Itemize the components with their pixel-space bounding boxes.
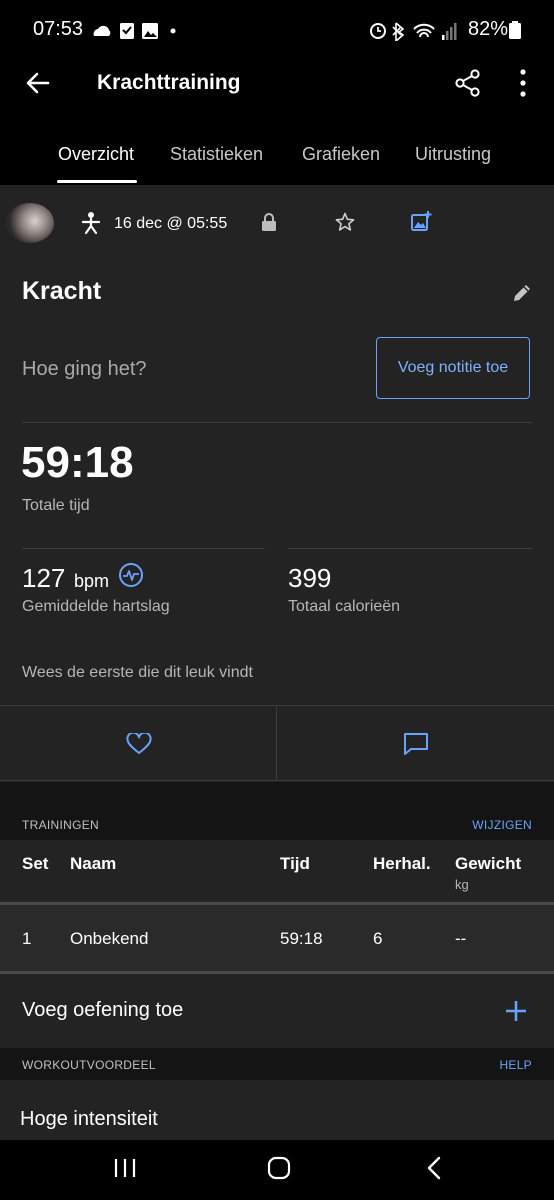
home-icon[interactable]: [267, 1156, 291, 1180]
benefit-value: Hoge intensiteit: [20, 1108, 158, 1130]
status-system-icons: [370, 22, 457, 41]
divider: [0, 780, 554, 781]
row-name: Onbekend: [70, 929, 149, 948]
heart-rate-label: Gemiddelde hartslag: [22, 598, 170, 615]
column-header-reps: Herhal.: [373, 854, 431, 873]
trainings-table-header: Set Naam Tijd Herhal. Gewicht kg: [0, 840, 554, 902]
recent-apps-icon[interactable]: [113, 1157, 137, 1179]
overview-content: 16 dec @ 05:55 Kracht Hoe ging het? Voeg…: [0, 185, 554, 1140]
table-row[interactable]: 1 Onbekend 59:18 6 --: [0, 905, 554, 971]
battery-icon: [509, 21, 521, 39]
plus-icon[interactable]: [505, 1000, 527, 1022]
row-time: 59:18: [280, 929, 323, 948]
status-time: 07:53: [33, 18, 84, 40]
tab-uitrusting[interactable]: Uitrusting: [415, 144, 491, 165]
status-bar: 07:53 82%: [0, 0, 554, 60]
comment-icon: [404, 733, 428, 755]
add-note-button[interactable]: Voeg notitie toe: [376, 337, 530, 399]
heart-icon: [126, 733, 152, 754]
trainings-section-header: TRAININGEN WIJZIGEN: [0, 782, 554, 840]
back-arrow-icon[interactable]: [24, 70, 52, 96]
star-icon[interactable]: [335, 212, 355, 232]
calories-label: Totaal calorieën: [288, 598, 401, 615]
edit-trainings-link[interactable]: WIJZIGEN: [472, 818, 532, 832]
app-bar: Krachttraining Overzicht Statistieken Gr…: [0, 60, 554, 185]
trainings-section-label: TRAININGEN: [22, 818, 100, 832]
like-prompt: Wees de eerste die dit leuk vindt: [22, 664, 253, 681]
battery-percentage: 82%: [467, 18, 508, 40]
calories-value: 399: [288, 563, 332, 593]
column-header-set: Set: [22, 854, 49, 873]
benefit-section-header: WORKOUTVOORDEEL HELP: [0, 1048, 554, 1080]
more-icon[interactable]: [518, 68, 528, 98]
help-link[interactable]: HELP: [499, 1058, 532, 1072]
activity-date: 16 dec @ 05:55: [114, 215, 228, 232]
share-icon[interactable]: [454, 68, 482, 98]
comment-button[interactable]: [277, 706, 554, 780]
like-button[interactable]: [0, 706, 276, 780]
benefit-section-label: WORKOUTVOORDEEL: [22, 1058, 156, 1072]
row-reps: 6: [373, 929, 383, 948]
column-header-weight: Gewicht: [455, 854, 522, 873]
tab-overzicht[interactable]: Overzicht: [58, 144, 134, 165]
row-set: 1: [22, 929, 32, 948]
weight-unit: kg: [455, 877, 469, 892]
workout-name: Kracht: [22, 277, 102, 305]
tab-grafieken[interactable]: Grafieken: [302, 144, 380, 165]
heart-rate-unit: bpm: [74, 571, 110, 591]
lock-icon[interactable]: [261, 212, 277, 232]
divider: [22, 548, 265, 549]
divider: [22, 422, 532, 423]
column-header-time: Tijd: [280, 854, 310, 873]
divider: [288, 548, 532, 549]
strength-person-icon: [81, 212, 101, 235]
add-exercise-row[interactable]: Voeg oefening toe: [0, 974, 554, 1048]
page-title: Krachttraining: [97, 71, 241, 94]
edit-pencil-icon[interactable]: [512, 283, 532, 303]
system-back-icon[interactable]: [425, 1156, 443, 1180]
row-weight: --: [455, 929, 467, 948]
column-header-name: Naam: [70, 854, 117, 873]
add-exercise-label: Voeg oefening toe: [22, 999, 184, 1021]
total-time-value: 59:18: [21, 438, 134, 487]
active-tab-indicator: [57, 180, 137, 183]
feel-prompt: Hoe ging het?: [22, 358, 147, 380]
status-notification-icons: [93, 23, 176, 39]
heart-rate-icon[interactable]: [118, 562, 144, 588]
system-nav-bar: [0, 1140, 554, 1200]
heart-rate-value: 127: [22, 563, 66, 593]
total-time-label: Totale tijd: [22, 497, 90, 514]
avatar[interactable]: [6, 203, 54, 243]
add-photo-icon[interactable]: [410, 210, 432, 232]
tab-statistieken[interactable]: Statistieken: [170, 144, 263, 165]
